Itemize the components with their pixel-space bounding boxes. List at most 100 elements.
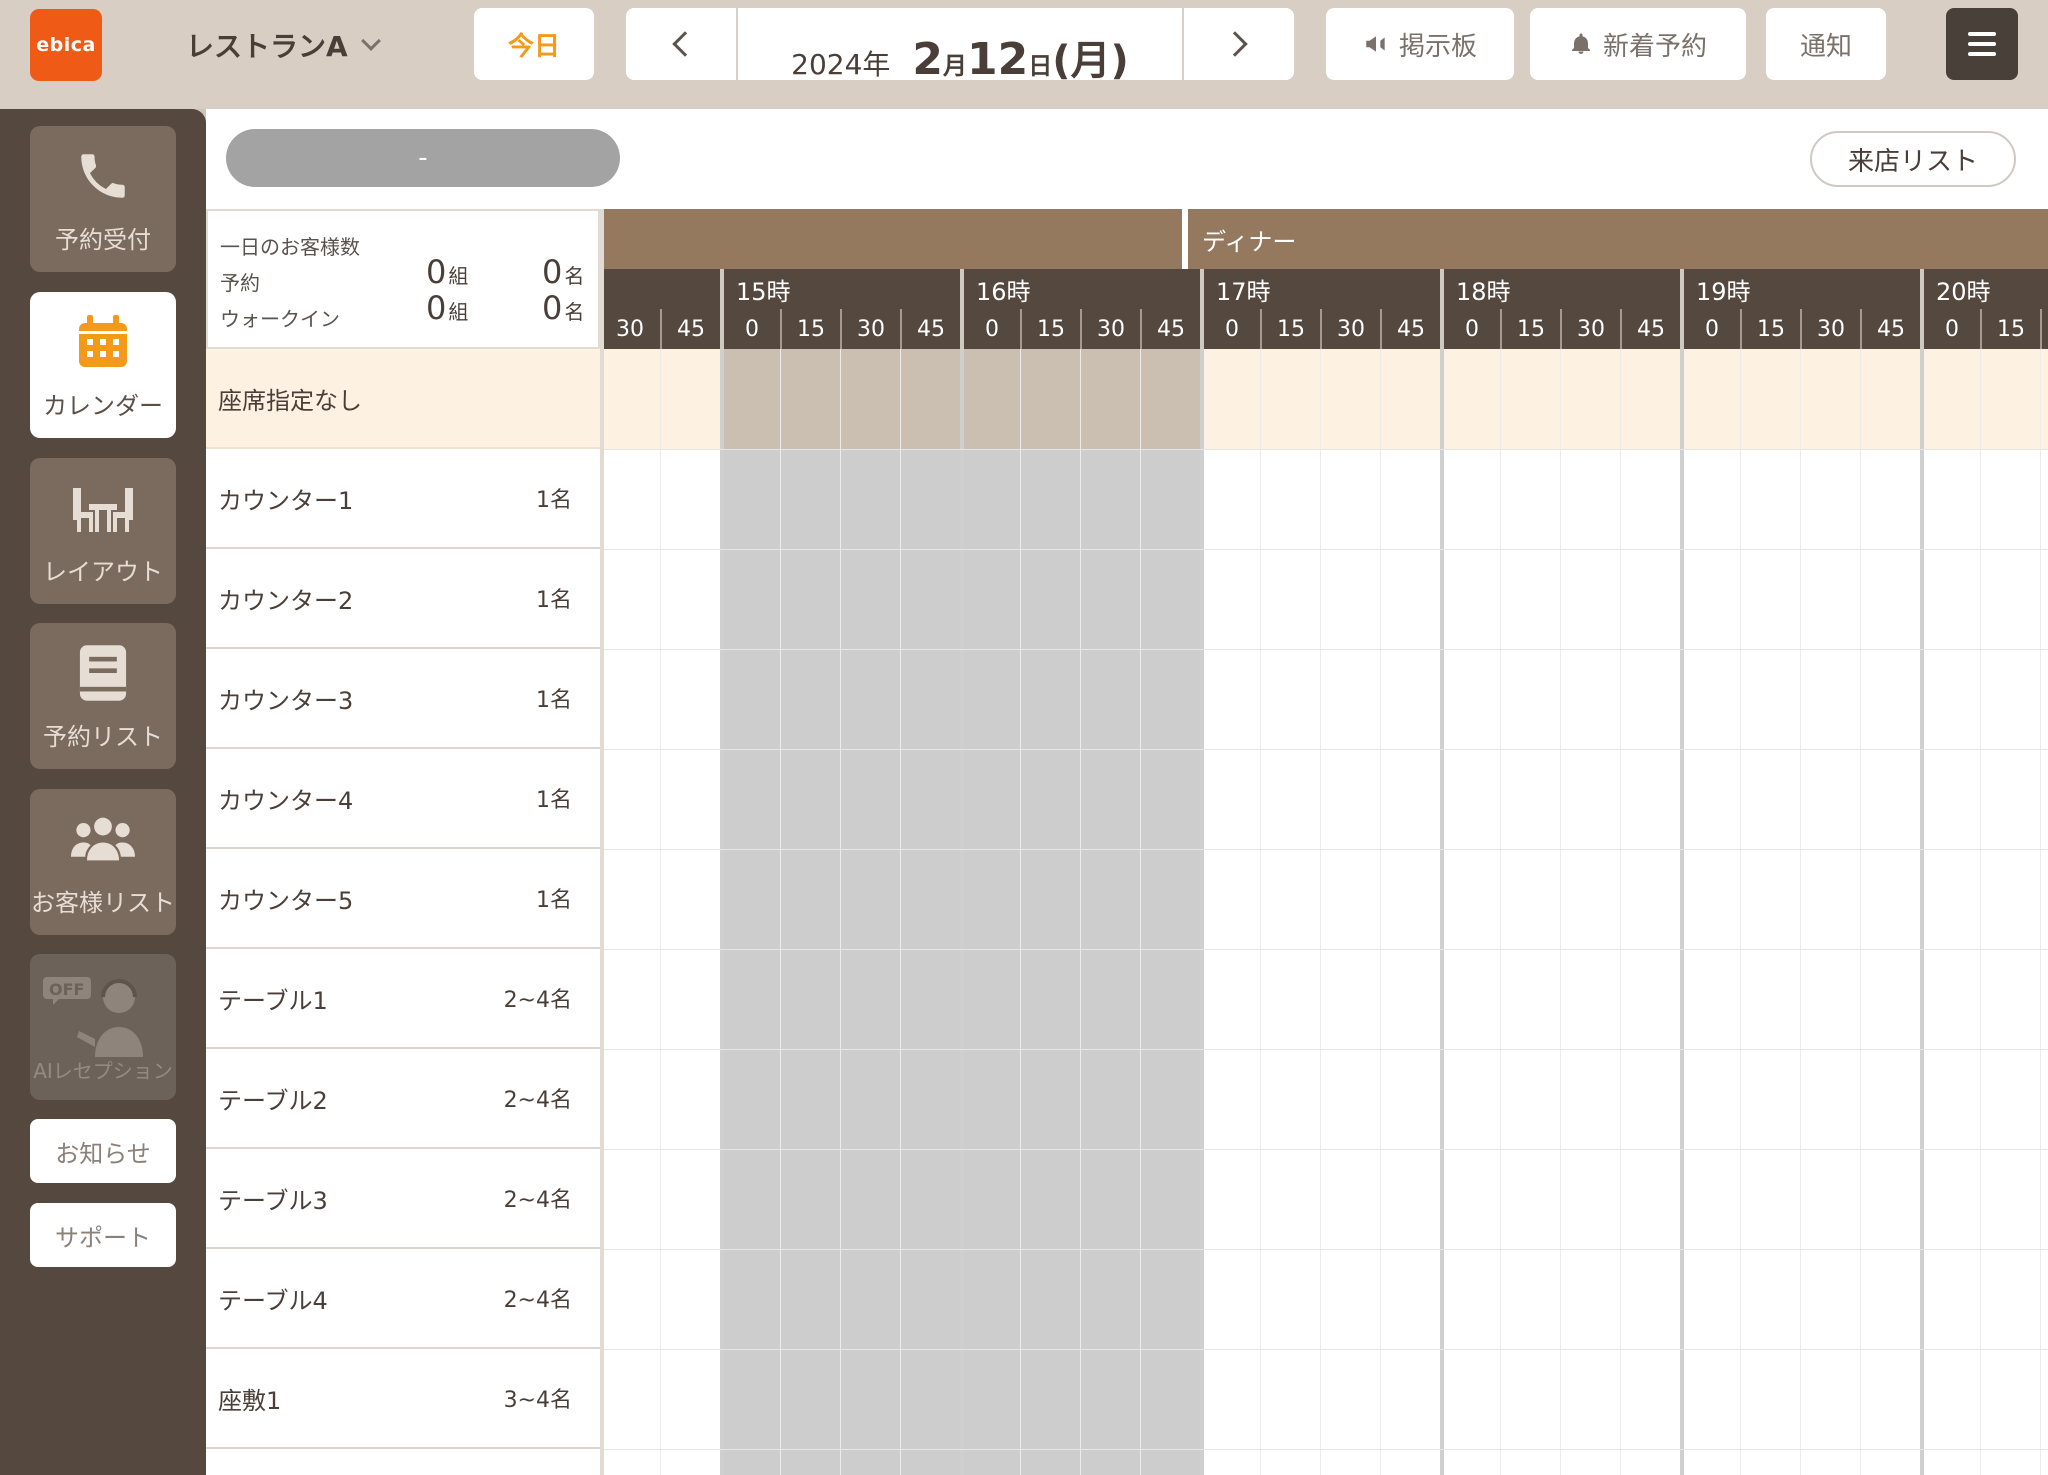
seat-row[interactable]: テーブル2 2~4名 (206, 1049, 600, 1149)
sidebar-item-calendar[interactable]: カレンダー (30, 292, 176, 438)
seat-row[interactable]: テーブル1 2~4名 (206, 949, 600, 1049)
customers-icon (71, 807, 135, 871)
ebica-logo[interactable]: ebica (30, 9, 102, 81)
seat-column-divider (600, 209, 604, 1475)
row-gridline (600, 649, 2048, 650)
notify-label: 通知 (1799, 31, 1852, 62)
seat-row[interactable]: カウンター1 1名 (206, 449, 600, 549)
timeline-body[interactable] (600, 349, 2048, 1475)
support-link[interactable]: サポート (30, 1203, 176, 1267)
hour-label: 16時 (960, 269, 1200, 309)
support-label: サポート (55, 1223, 151, 1252)
daily-summary: 一日のお客様数 予約 ウォークイン 0組 0名 0組 0名 (206, 209, 600, 349)
sidebar-item-reservation-intake[interactable]: 予約受付 (30, 126, 176, 272)
news-link[interactable]: お知らせ (30, 1119, 176, 1183)
seat-capacity: 3~4名 (503, 1388, 572, 1413)
seat-name: カウンター4 (218, 786, 354, 815)
minute-label: 30 (1080, 309, 1140, 349)
status-pill[interactable]: - (226, 129, 620, 187)
minute-label: 0 (1920, 309, 1980, 349)
seat-name: 座敷1 (218, 1386, 282, 1415)
visitor-list-button[interactable]: 来店リスト (1810, 131, 2016, 187)
slot-gridline (900, 349, 901, 1475)
slot-gridline (780, 349, 781, 1475)
seat-capacity: 1名 (536, 888, 572, 913)
service-band-label: ディナー (1202, 227, 1297, 256)
seat-row[interactable]: カウンター4 1名 (206, 749, 600, 849)
hamburger-menu-button[interactable] (1946, 8, 2018, 80)
reserve-groups-value: 0 (426, 253, 447, 291)
sidebar-item-label: お客様リスト (31, 888, 175, 917)
new-reservation-button[interactable]: 新着予約 (1530, 8, 1746, 80)
sidebar-item-layout[interactable]: レイアウト (30, 458, 176, 604)
slot-gridline (1980, 349, 1981, 1475)
seat-capacity: 2~4名 (503, 1188, 572, 1213)
sidebar-item-label: AIレセプション (33, 1058, 173, 1083)
sidebar: 予約受付 カレンダー レイアウト 予約リスト お客様リスト OFF AIレセプシ… (0, 109, 206, 1475)
news-label: お知らせ (55, 1139, 151, 1168)
calendar-icon (71, 310, 135, 374)
walkin-people-value: 0 (542, 289, 563, 327)
chevron-right-icon (1222, 31, 1248, 57)
hour-gridline (1200, 349, 1204, 1475)
board-button[interactable]: 掲示板 (1326, 8, 1514, 80)
minute-label: 0 (1680, 309, 1740, 349)
hour-header-row: 15時 16時 17時 18時 19時 20時 (600, 269, 2048, 309)
seat-capacity: 1名 (536, 588, 572, 613)
hour-gridline (720, 349, 724, 1475)
minute-label: 30 (1560, 309, 1620, 349)
store-selector[interactable]: レストランA (186, 22, 381, 68)
sidebar-item-reservation-list[interactable]: 予約リスト (30, 623, 176, 769)
seat-name: カウンター5 (218, 886, 354, 915)
slot-gridline (1080, 349, 1081, 1475)
service-band-empty (600, 209, 1182, 269)
notify-button[interactable]: 通知 (1766, 8, 1886, 80)
row-gridline (600, 1249, 2048, 1250)
minute-label: 0 (1200, 309, 1260, 349)
today-button[interactable]: 今日 (474, 8, 594, 80)
hour-label: 15時 (720, 269, 960, 309)
minute-label: 45 (1620, 309, 1680, 349)
walkin-groups-value: 0 (426, 289, 447, 327)
row-gridline (600, 1449, 2048, 1450)
main-panel: - 来店リスト 一日のお客様数 予約 ウォークイン 0組 0名 0組 0名 ディ… (206, 109, 2048, 1475)
current-date[interactable]: 2024年 2 月 12 日 (月) (738, 8, 1182, 85)
status-pill-text: - (418, 143, 428, 173)
summary-reserve-label: 予約 (220, 271, 260, 295)
slot-gridline (1500, 349, 1501, 1475)
seat-name: テーブル3 (218, 1186, 328, 1215)
board-label: 掲示板 (1398, 31, 1477, 62)
ai-reception-icon: OFF (43, 971, 163, 1057)
seat-name: テーブル2 (218, 1086, 328, 1115)
seat-capacity: 1名 (536, 488, 572, 513)
minute-label: 0 (1440, 309, 1500, 349)
prev-day-button[interactable] (626, 8, 738, 80)
next-day-button[interactable] (1182, 8, 1294, 80)
slot-gridline (2040, 349, 2041, 1475)
slot-gridline (1320, 349, 1321, 1475)
date-month-unit: 月 (943, 52, 968, 80)
minute-label: 45 (1860, 309, 1920, 349)
sidebar-item-ai-reception[interactable]: OFF AIレセプション (30, 954, 176, 1100)
chevron-down-icon (360, 31, 381, 51)
minute-label: 15 (1500, 309, 1560, 349)
hour-gridline (960, 349, 964, 1475)
minute-label: 45 (1380, 309, 1440, 349)
phone-icon (71, 144, 135, 208)
menu-line (1968, 32, 1996, 36)
minute-header-row: 30 45 0 15 30 45 0 15 30 45 0 15 30 45 0 15 30 45 0 15 30 45 0… (600, 309, 2048, 349)
slot-gridline (1740, 349, 1741, 1475)
minute-label: 30 (1800, 309, 1860, 349)
seat-row[interactable]: カウンター3 1名 (206, 649, 600, 749)
seat-row[interactable]: カウンター5 1名 (206, 849, 600, 949)
seat-row[interactable]: テーブル3 2~4名 (206, 1149, 600, 1249)
reserve-groups: 0組 (426, 253, 468, 291)
row-gridline (600, 549, 2048, 550)
table-layout-icon (71, 476, 135, 540)
seat-row-unassigned[interactable]: 座席指定なし (206, 349, 600, 449)
seat-row[interactable]: 座敷1 3~4名 (206, 1349, 600, 1449)
sidebar-item-customer-list[interactable]: お客様リスト (30, 789, 176, 935)
seat-capacity: 2~4名 (503, 1288, 572, 1313)
seat-row[interactable]: カウンター2 1名 (206, 549, 600, 649)
seat-row[interactable]: テーブル4 2~4名 (206, 1249, 600, 1349)
